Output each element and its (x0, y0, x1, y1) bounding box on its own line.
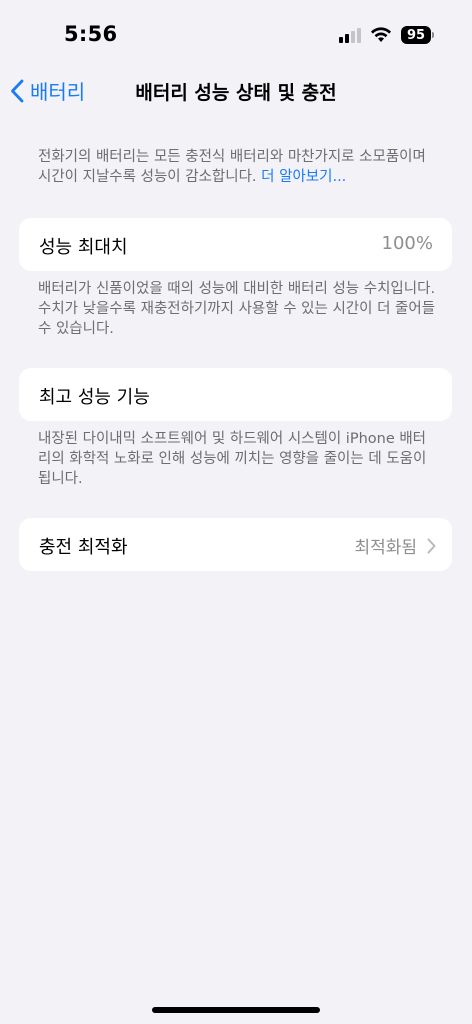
max-capacity-description: 배터리가 신품이었을 때의 성능에 대비한 배터리 성능 수치입니다. 수치가 … (38, 281, 436, 337)
charging-optimization-label: 충전 최적화 (39, 537, 128, 558)
peak-performance-row: 최고 성능 기능 (19, 368, 452, 421)
home-indicator[interactable] (152, 1007, 320, 1013)
intro-text-line1: 전화기의 배터리는 모든 충전식 배터리와 마찬가지로 소모품이며 (38, 149, 426, 165)
max-capacity-label: 성능 최대치 (39, 237, 128, 258)
peak-performance-label: 최고 성능 기능 (39, 387, 150, 408)
peak-performance-description: 내장된 다이내믹 소프트웨어 및 하드웨어 시스템이 iPhone 배터리의 화… (38, 431, 427, 487)
charging-optimization-row[interactable]: 충전 최적화 최적화됨 (19, 518, 452, 571)
status-bar: 5:56 95 (0, 0, 472, 64)
intro-description: 전화기의 배터리는 모든 충전식 배터리와 마찬가지로 소모품이며 시간이 지날… (38, 147, 438, 187)
battery-level: 95 (401, 26, 431, 44)
max-capacity-value: 100% (381, 233, 433, 254)
intro-text-line2: 시간이 지날수록 성능이 감소합니다. (38, 169, 262, 185)
cellular-signal-icon (339, 27, 361, 43)
page-title: 배터리 성능 상태 및 충전 (135, 82, 337, 104)
navigation-bar: 배터리 배터리 성능 상태 및 충전 (0, 64, 472, 118)
charging-optimization-value: 최적화됨 (354, 538, 417, 558)
status-icons: 95 (339, 25, 434, 45)
learn-more-link[interactable]: 더 알아보기... (261, 169, 346, 185)
battery-icon: 95 (401, 26, 434, 44)
chevron-right-icon (427, 538, 436, 553)
status-time: 5:56 (64, 22, 118, 46)
charging-optimization-status: 최적화됨 (354, 533, 436, 558)
max-capacity-row: 성능 최대치 100% (19, 218, 452, 271)
wifi-icon (371, 27, 391, 42)
